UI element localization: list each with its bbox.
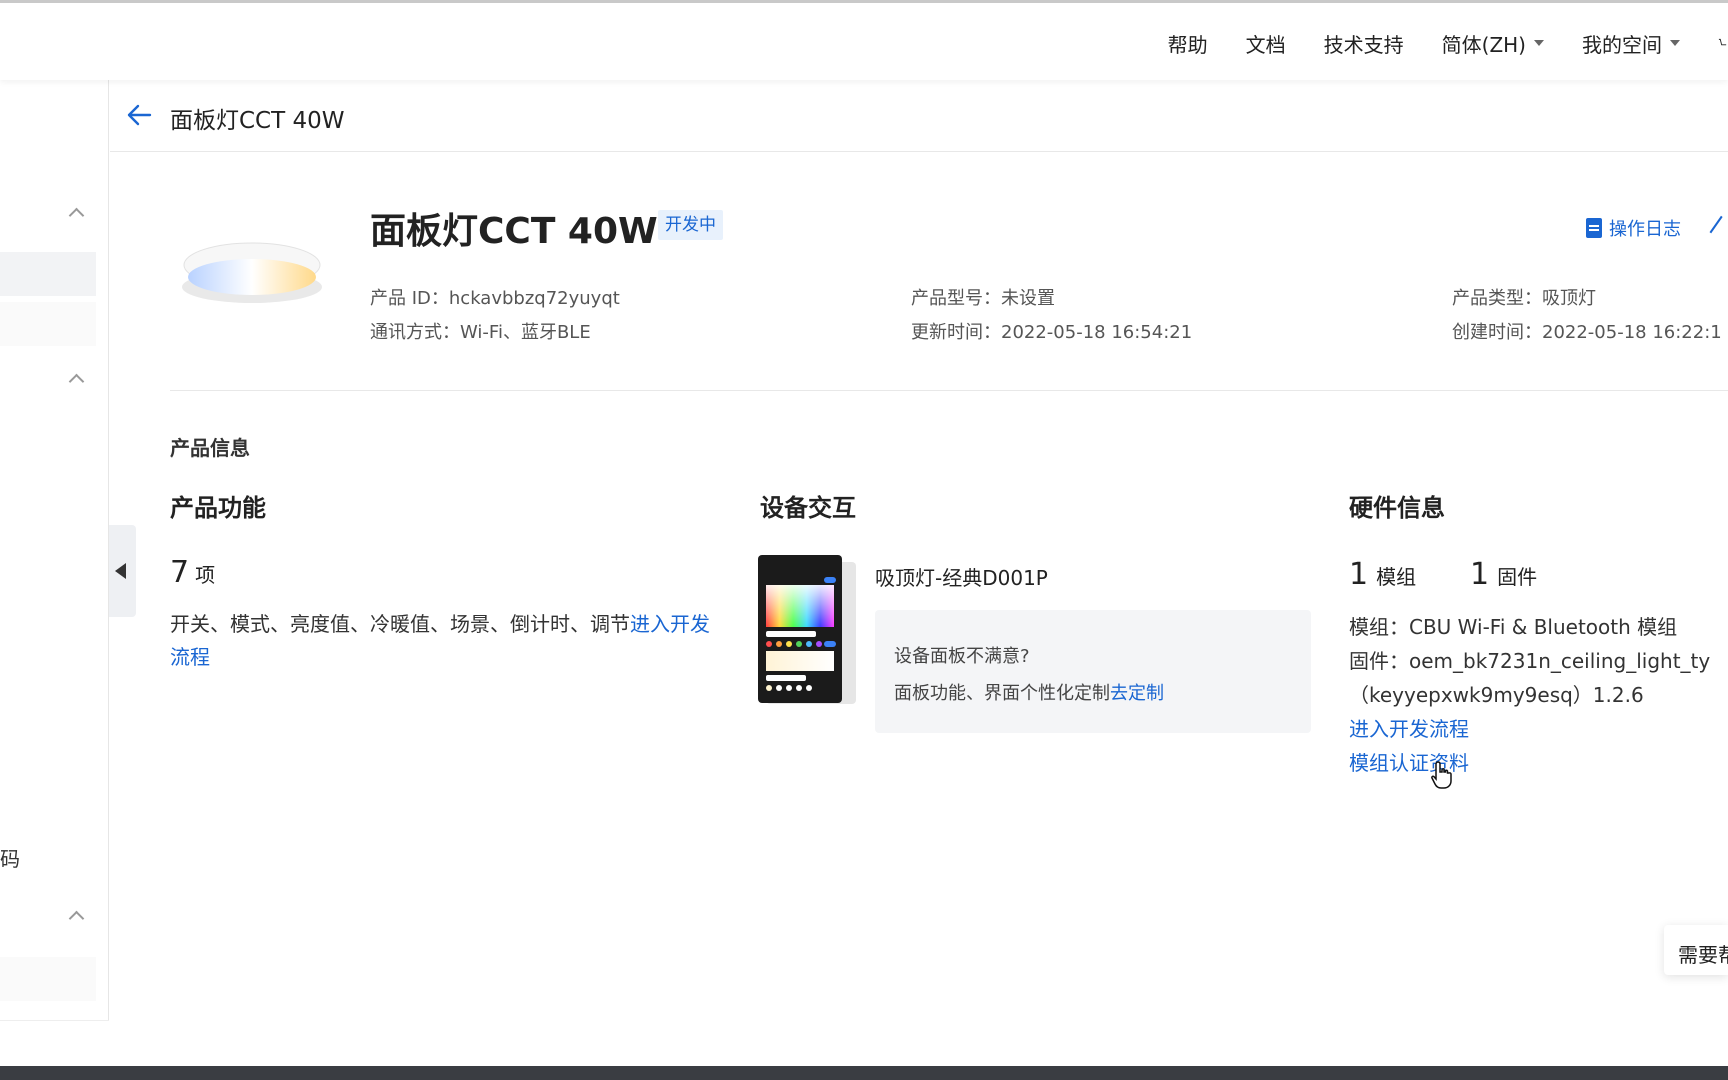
nav-docs[interactable]: 文档 — [1246, 29, 1286, 58]
sidebar-item[interactable] — [0, 957, 96, 1001]
operation-log-label: 操作日志 — [1609, 219, 1681, 240]
operation-log-link[interactable]: 操作日志 — [1586, 215, 1681, 241]
section-title: 产品信息 — [170, 436, 250, 460]
unsatisfied-text: 设备面板不满意? — [894, 646, 1030, 667]
top-navigation-bar: 帮助 文档 技术支持 简体(ZH) 我的空间 — [0, 0, 1728, 80]
created-time-label: 创建时间： — [1452, 322, 1542, 343]
my-space-dropdown[interactable]: 我的空间 — [1582, 29, 1680, 58]
toggle-icon — [824, 641, 836, 647]
updated-time-label: 更新时间： — [911, 322, 1001, 343]
language-label: 简体(ZH) — [1441, 32, 1526, 57]
customize-desc: 面板功能、界面个性化定制去定制 — [894, 679, 1164, 705]
taskbar — [0, 1066, 1728, 1080]
feature-count: 7项 — [170, 555, 215, 590]
firmware-count-unit: 固件 — [1497, 565, 1538, 589]
feature-list-text: 开关、模式、亮度值、冷暖值、场景、倒计时、调节 — [170, 612, 630, 636]
sidebar-footer — [0, 1020, 109, 1070]
language-dropdown[interactable]: 简体(ZH) — [1442, 29, 1544, 58]
sidebar: 码 — [0, 80, 109, 1070]
document-icon — [1586, 218, 1602, 238]
slider-bar — [766, 675, 806, 681]
color-wheel-image — [766, 585, 834, 627]
feature-count-value: 7 — [170, 555, 190, 590]
white-gradient-image — [766, 651, 834, 671]
module-count: 1 模组 — [1349, 557, 1416, 592]
product-id-field: 产品 ID：hckavbbzq72yuyqt — [370, 284, 620, 310]
product-id-label: 产品 ID： — [370, 288, 449, 309]
white-dots — [766, 685, 816, 691]
color-dots — [766, 641, 826, 647]
product-model-field: 产品型号：未设置 — [911, 284, 1055, 310]
edit-icon[interactable] — [1709, 215, 1728, 241]
module-info: 模组：CBU Wi-Fi & Bluetooth 模组 — [1349, 615, 1678, 639]
sidebar-collapse-toggle[interactable] — [109, 525, 136, 617]
chevron-up-icon[interactable] — [68, 204, 86, 222]
sidebar-item[interactable] — [0, 302, 96, 346]
created-time-value: 2022-05-18 16:22:1 — [1542, 322, 1722, 343]
divider — [170, 390, 1728, 391]
product-name: 面板灯CCT 40W — [370, 211, 658, 252]
comm-method-value: Wi-Fi、蓝牙BLE — [460, 322, 591, 343]
customize-desc-text: 面板功能、界面个性化定制 — [894, 683, 1110, 704]
firmware-info: 固件：oem_bk7231n_ceiling_light_ty — [1349, 649, 1711, 673]
breadcrumb: 面板灯CCT 40W — [110, 80, 1728, 152]
product-model-value: 未设置 — [1001, 288, 1055, 309]
customize-panel-box: 设备面板不满意? 面板功能、界面个性化定制去定制 — [875, 610, 1311, 733]
page-title: 面板灯CCT 40W — [170, 108, 345, 134]
feature-count-unit: 项 — [195, 563, 216, 587]
product-type-field: 产品类型：吸顶灯 — [1452, 284, 1596, 310]
chevron-down-icon — [1534, 40, 1544, 46]
created-time-field: 创建时间：2022-05-18 16:22:1 — [1452, 318, 1728, 344]
top-nav-menu: 帮助 文档 技术支持 简体(ZH) 我的空间 — [1168, 3, 1728, 83]
nav-help[interactable]: 帮助 — [1168, 29, 1208, 58]
hardware-title: 硬件信息 — [1349, 494, 1445, 522]
feature-list: 开关、模式、亮度值、冷暖值、场景、倒计时、调节进入开发流程 — [170, 608, 720, 674]
nav-support[interactable]: 技术支持 — [1324, 29, 1404, 58]
updated-time-value: 2022-05-18 16:54:21 — [1001, 322, 1193, 343]
back-arrow-icon[interactable] — [126, 102, 152, 128]
panel-preview-image — [758, 555, 842, 703]
sidebar-item-active[interactable] — [0, 252, 96, 296]
slider-bar — [766, 631, 816, 637]
firmware-count-value: 1 — [1470, 557, 1490, 592]
sidebar-item-label[interactable]: 码 — [0, 843, 20, 872]
chevron-down-icon — [1670, 40, 1680, 46]
status-badge: 开发中 — [658, 210, 723, 240]
chevron-up-icon[interactable] — [68, 907, 86, 925]
module-count-value: 1 — [1349, 557, 1369, 592]
product-model-label: 产品型号： — [911, 288, 1001, 309]
cart-icon[interactable] — [1718, 32, 1728, 54]
product-type-value: 吸顶灯 — [1542, 288, 1596, 309]
comm-method-field: 通讯方式：Wi-Fi、蓝牙BLE — [370, 318, 591, 344]
my-space-label: 我的空间 — [1582, 32, 1662, 57]
interaction-title: 设备交互 — [760, 494, 856, 522]
product-type-label: 产品类型： — [1452, 288, 1542, 309]
chevron-up-icon[interactable] — [68, 370, 86, 388]
hardware-dev-flow-link[interactable]: 进入开发流程 — [1349, 713, 1469, 742]
product-image — [182, 242, 322, 303]
firmware-version: （keyyepxwk9my9esq）1.2.6 — [1349, 683, 1644, 707]
hand-cursor-icon — [1431, 761, 1452, 789]
toggle-icon — [824, 577, 836, 583]
comm-method-label: 通讯方式： — [370, 322, 460, 343]
panel-name: 吸顶灯-经典D001P — [875, 566, 1048, 590]
updated-time-field: 更新时间：2022-05-18 16:54:21 — [911, 318, 1192, 344]
module-count-unit: 模组 — [1376, 565, 1417, 589]
firmware-count: 1 固件 — [1470, 557, 1537, 592]
product-id-value: hckavbbzq72yuyqt — [448, 288, 620, 309]
help-float-button[interactable]: 需要帮 — [1664, 925, 1728, 975]
features-title: 产品功能 — [170, 494, 266, 522]
customize-link[interactable]: 去定制 — [1110, 683, 1164, 704]
